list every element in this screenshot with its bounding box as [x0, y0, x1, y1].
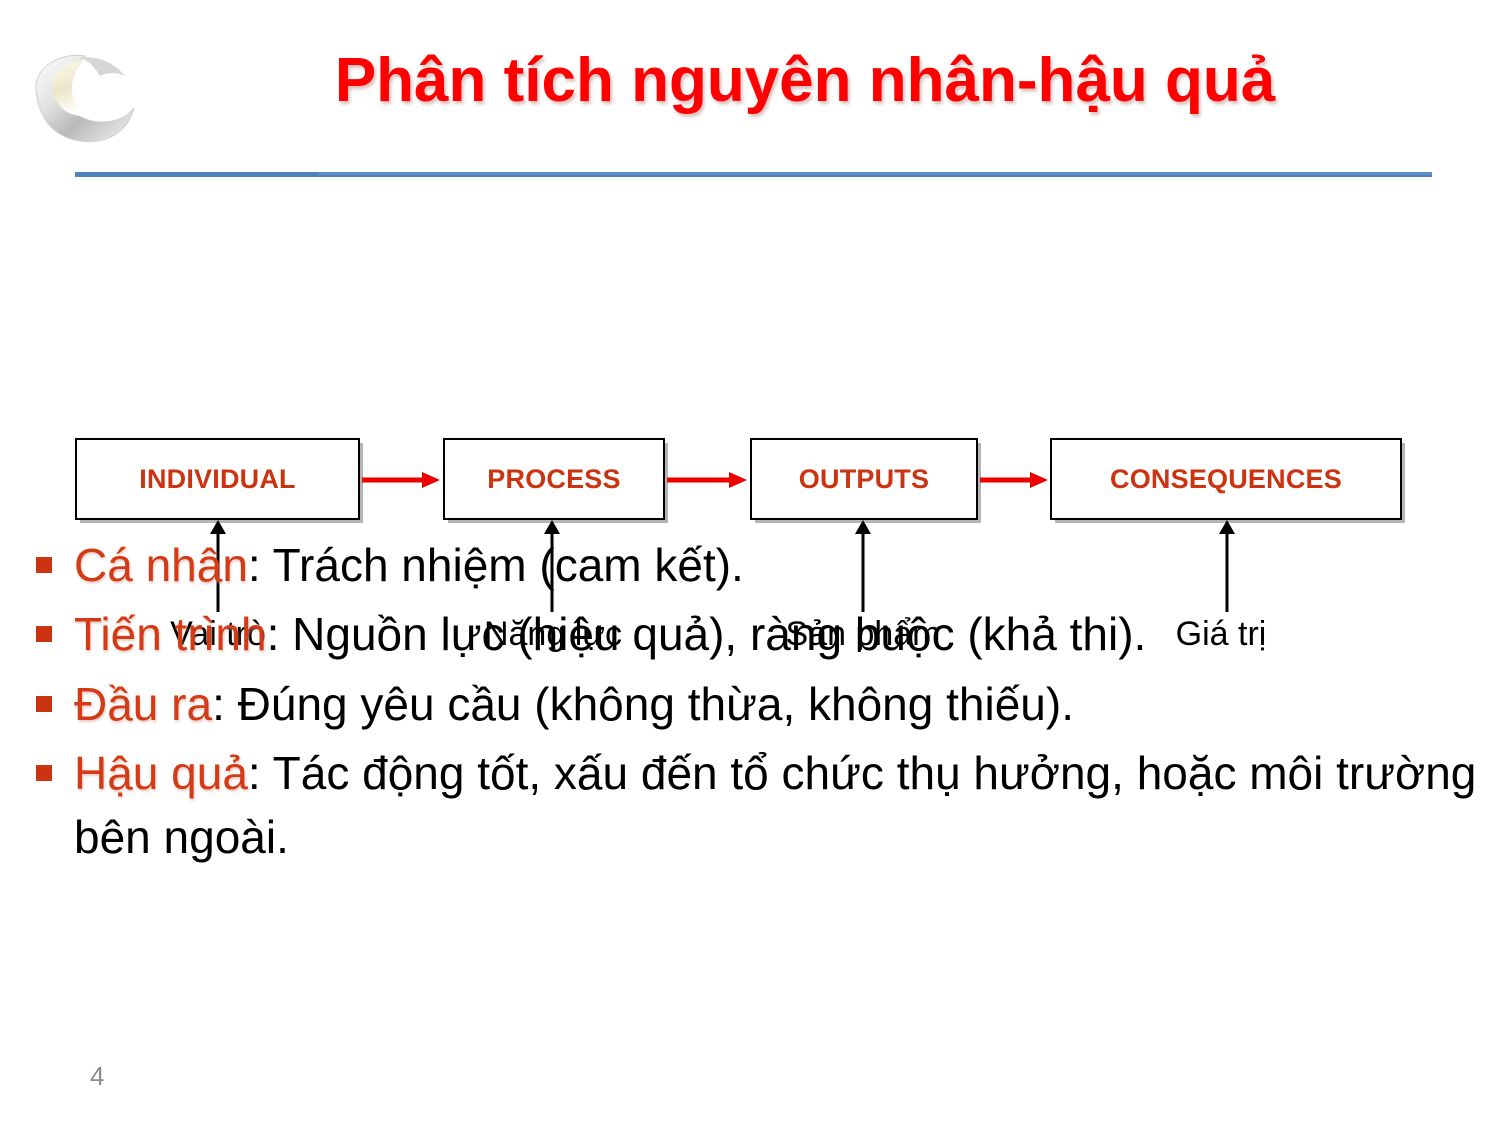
list-item-lead: Cá nhân: [74, 539, 248, 591]
square-bullet-icon: [36, 695, 52, 712]
square-bullet-icon: [36, 626, 52, 643]
list-item: Cá nhân: Trách nhiệm (cam kết).: [18, 534, 1478, 597]
flow-box-process[interactable]: PROCESS: [443, 438, 665, 520]
slide: Phân tích nguyên nhân-hậu quả INDIVIDUAL…: [0, 0, 1499, 1124]
list-item-text: : Trách nhiệm (cam kết).: [247, 539, 744, 591]
list-item-text: : Tác động tốt, xấu đến tổ chức thụ hưởn…: [74, 747, 1477, 863]
arrow-right-icon: [980, 468, 1048, 492]
title-divider-highlight: [318, 172, 1432, 175]
flow-box-consequences[interactable]: CONSEQUENCES: [1050, 438, 1402, 520]
bullet-list: Cá nhân: Trách nhiệm (cam kết). Tiến trì…: [18, 534, 1478, 875]
cause-effect-flow-diagram: INDIVIDUAL PROCESS OUTPUTS CONSEQUENCES: [0, 210, 1499, 653]
list-item: Tiến trình: Nguồn lực (hiệu quả), ràng b…: [18, 603, 1478, 666]
page-title: Phân tích nguyên nhân-hậu quả: [334, 46, 1276, 115]
crescent-swoosh-logo: [22, 46, 144, 151]
list-item: Hậu quả: Tác động tốt, xấu đến tổ chức t…: [18, 742, 1478, 869]
flow-box-label: OUTPUTS: [798, 463, 930, 494]
list-item-lead: Tiến trình: [74, 608, 267, 661]
square-bullet-icon: [36, 765, 52, 782]
flow-box-label: CONSEQUENCES: [1110, 463, 1342, 494]
list-item-lead: Đầu ra: [74, 677, 213, 730]
arrow-right-icon: [362, 468, 440, 492]
list-item-text: : Nguồn lực (hiệu quả), ràng buộc (khả t…: [266, 608, 1147, 661]
list-item: Đầu ra: Đúng yêu cầu (không thừa, không …: [18, 673, 1478, 736]
flow-box-label: PROCESS: [487, 463, 621, 494]
list-item-text: : Đúng yêu cầu (không thừa, không thiếu)…: [212, 677, 1074, 730]
flow-box-individual[interactable]: INDIVIDUAL: [75, 438, 360, 520]
arrow-right-icon: [667, 468, 747, 492]
flow-box-outputs[interactable]: OUTPUTS: [750, 438, 978, 520]
list-item-lead: Hậu quả: [74, 747, 248, 800]
flow-box-label: INDIVIDUAL: [139, 463, 296, 494]
square-bullet-icon: [36, 557, 52, 573]
page-number: 4: [90, 1061, 105, 1091]
